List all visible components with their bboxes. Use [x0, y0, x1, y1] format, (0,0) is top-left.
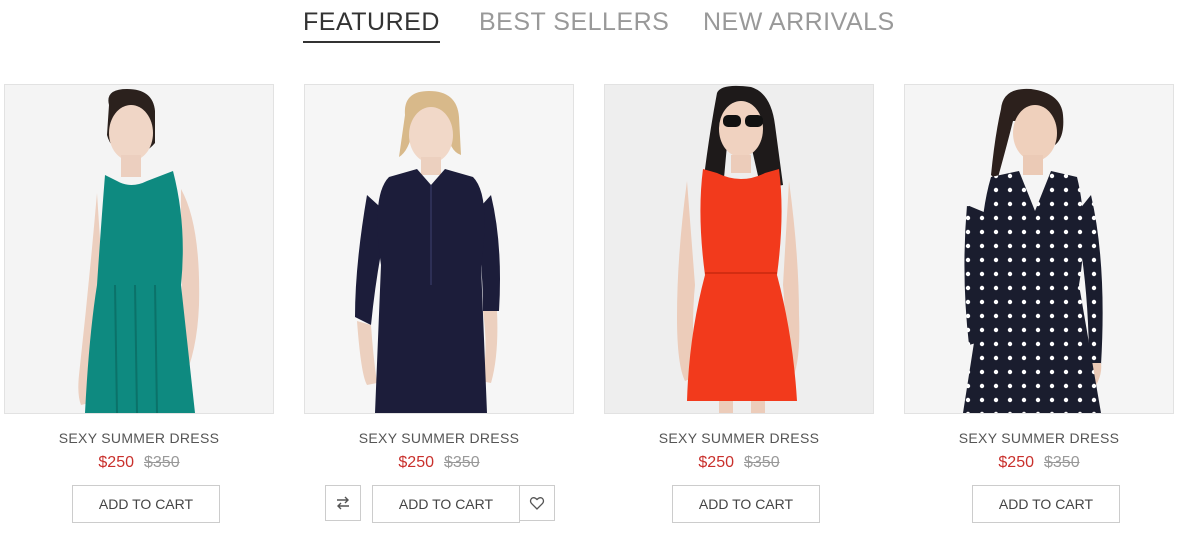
tab-featured[interactable]: FEATURED — [303, 8, 440, 43]
original-price: $350 — [1044, 454, 1080, 471]
heart-icon — [529, 497, 545, 510]
product-card: SEXY SUMMER DRESS $250 $350 ADD TO CART — [604, 84, 874, 524]
product-name[interactable]: SEXY SUMMER DRESS — [904, 430, 1174, 446]
original-price: $350 — [144, 454, 180, 471]
product-card: SEXY SUMMER DRESS $250 $350 ADD TO CART — [304, 84, 574, 524]
product-image[interactable] — [4, 84, 274, 414]
product-prices: $250 $350 — [904, 454, 1174, 472]
add-to-cart-button[interactable]: ADD TO CART — [372, 485, 520, 523]
compare-arrows-icon — [337, 496, 349, 510]
sale-price: $250 — [698, 454, 734, 471]
original-price: $350 — [444, 454, 480, 471]
sale-price: $250 — [398, 454, 434, 471]
sale-price: $250 — [98, 454, 134, 471]
product-image[interactable] — [604, 84, 874, 414]
sale-price: $250 — [998, 454, 1034, 471]
product-image[interactable] — [304, 84, 574, 414]
product-card: SEXY SUMMER DRESS $250 $350 ADD TO CART — [4, 84, 274, 524]
product-name[interactable]: SEXY SUMMER DRESS — [304, 430, 574, 446]
product-tabs: FEATURED BEST SELLERS NEW ARRIVALS — [0, 8, 1182, 48]
product-prices: $250 $350 — [4, 454, 274, 472]
original-price: $350 — [744, 454, 780, 471]
product-name[interactable]: SEXY SUMMER DRESS — [604, 430, 874, 446]
compare-button[interactable] — [325, 485, 361, 521]
add-to-cart-button[interactable]: ADD TO CART — [672, 485, 820, 523]
product-card: SEXY SUMMER DRESS $250 $350 ADD TO CART — [904, 84, 1174, 524]
add-to-cart-button[interactable]: ADD TO CART — [972, 485, 1120, 523]
product-image[interactable] — [904, 84, 1174, 414]
tab-new-arrivals[interactable]: NEW ARRIVALS — [703, 8, 895, 37]
wishlist-button[interactable] — [519, 485, 555, 521]
tab-best-sellers[interactable]: BEST SELLERS — [479, 8, 669, 37]
product-prices: $250 $350 — [304, 454, 574, 472]
product-name[interactable]: SEXY SUMMER DRESS — [4, 430, 274, 446]
product-prices: $250 $350 — [604, 454, 874, 472]
add-to-cart-button[interactable]: ADD TO CART — [72, 485, 220, 523]
